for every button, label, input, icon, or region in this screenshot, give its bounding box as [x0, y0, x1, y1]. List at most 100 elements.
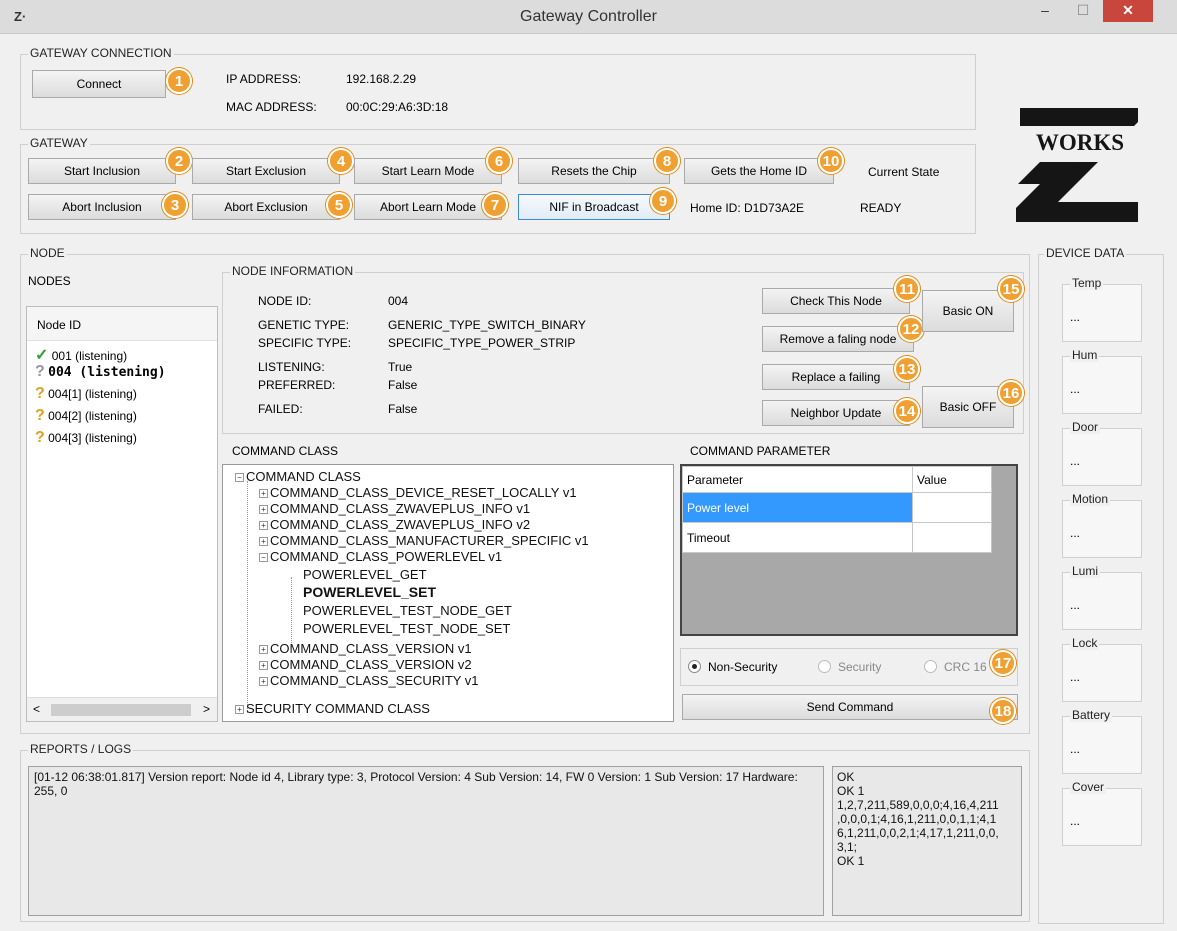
mac-address-value: 00:0C:29:A6:3D:18 — [346, 100, 449, 114]
neighbor-update-button[interactable]: Neighbor Update — [762, 400, 910, 426]
callout-badge-13: 13 — [894, 356, 920, 382]
device-lumi-label: Lumi — [1070, 564, 1101, 578]
expand-icon[interactable]: + — [259, 489, 268, 499]
scroll-right-icon[interactable]: > — [203, 702, 210, 716]
callout-badge-17: 17 — [990, 650, 1016, 676]
column-header-parameter: Parameter — [682, 466, 913, 493]
list-item[interactable]: ? 004[2] (listening) — [35, 407, 137, 425]
tree-node[interactable]: + COMMAND_CLASS_SECURITY v1 — [259, 673, 479, 688]
question-icon: ? — [35, 407, 45, 424]
scroll-left-icon[interactable]: < — [33, 702, 40, 716]
tree-node[interactable]: + COMMAND_CLASS_DEVICE_RESET_LOCALLY v1 — [259, 485, 577, 500]
callout-badge-11: 11 — [894, 276, 920, 302]
value-cell-power-level[interactable] — [912, 492, 992, 523]
check-node-button[interactable]: Check This Node — [762, 288, 910, 314]
state-value: READY — [860, 201, 902, 215]
tree-leaf[interactable]: POWERLEVEL_TEST_NODE_GET — [303, 603, 512, 618]
node-item-label: 001 (listening) — [51, 349, 128, 363]
abort-learn-mode-button[interactable]: Abort Learn Mode — [354, 194, 502, 220]
expand-icon[interactable]: + — [259, 505, 268, 515]
node-info-value: True — [388, 360, 413, 374]
start-exclusion-button[interactable]: Start Exclusion — [192, 158, 340, 184]
expand-icon[interactable]: + — [259, 537, 268, 547]
start-learn-mode-button[interactable]: Start Learn Mode — [354, 158, 502, 184]
collapse-icon[interactable]: − — [259, 553, 268, 563]
tree-node[interactable]: + COMMAND_CLASS_VERSION v1 — [259, 641, 472, 656]
node-item-label: 004[3] (listening) — [48, 431, 137, 445]
device-cover-value: ... — [1070, 814, 1081, 828]
node-info-key: LISTENING: — [258, 360, 325, 374]
tree-node[interactable]: − COMMAND_CLASS_POWERLEVEL v1 — [259, 549, 502, 564]
scrollbar-thumb[interactable] — [51, 704, 191, 716]
parameter-grid[interactable]: Parameter Value Power level Timeout — [680, 464, 1018, 636]
callout-badge-1: 1 — [166, 68, 192, 94]
list-item[interactable]: ? 004[3] (listening) — [35, 429, 137, 447]
reset-chip-button[interactable]: Resets the Chip — [518, 158, 670, 184]
device-door-label: Door — [1070, 420, 1101, 434]
node-label: NODE — [28, 246, 67, 260]
replace-failing-button[interactable]: Replace a failing — [762, 364, 910, 390]
collapse-icon[interactable]: − — [235, 473, 244, 483]
node-information-label: NODE INFORMATION — [230, 264, 356, 278]
tree-leaf[interactable]: POWERLEVEL_TEST_NODE_SET — [303, 621, 510, 636]
remove-failing-node-button[interactable]: Remove a faling node — [762, 326, 914, 352]
raw-line: 1,2,7,211,589,0,0,0;4,16,4,211 — [837, 798, 999, 812]
callout-badge-7: 7 — [482, 192, 508, 218]
raw-response-output[interactable]: OK OK 1 1,2,7,211,589,0,0,0;4,16,4,211 ,… — [832, 766, 1022, 916]
list-item[interactable]: ? 004 (listening) — [35, 363, 166, 381]
send-command-button[interactable]: Send Command — [682, 694, 1018, 720]
node-info-value: 004 — [388, 294, 409, 308]
node-info-key: NODE ID: — [258, 294, 312, 308]
list-item[interactable]: ✓ 001 (listening) — [35, 345, 127, 365]
minimize-button[interactable]: – — [1030, 0, 1060, 22]
home-id-text: Home ID: D1D73A2E — [690, 201, 805, 215]
node-info-key: PREFERRED: — [258, 378, 336, 392]
crc16-label: CRC 16 — [944, 660, 987, 674]
zworks-logo: WORKS — [1010, 88, 1150, 224]
connect-button[interactable]: Connect — [32, 70, 166, 98]
tree-node[interactable]: + COMMAND_CLASS_VERSION v2 — [259, 657, 472, 672]
raw-line: OK — [837, 770, 855, 784]
tree-node[interactable]: + COMMAND_CLASS_MANUFACTURER_SPECIFIC v1 — [259, 533, 589, 548]
node-item-label: 004[1] (listening) — [48, 387, 137, 401]
device-door-value: ... — [1070, 454, 1081, 468]
command-class-tree[interactable]: − COMMAND CLASS + COMMAND_CLASS_DEVICE_RES… — [222, 464, 674, 722]
expand-icon[interactable]: + — [259, 677, 268, 687]
tree-node[interactable]: + COMMAND_CLASS_ZWAVEPLUS_INFO v2 — [259, 517, 530, 532]
tree-leaf[interactable]: POWERLEVEL_GET — [303, 567, 427, 582]
question-icon: ? — [35, 363, 45, 380]
expand-icon[interactable]: + — [259, 661, 268, 671]
get-home-id-button[interactable]: Gets the Home ID — [684, 158, 834, 184]
value-cell-timeout[interactable] — [912, 522, 992, 553]
tree-node[interactable]: − COMMAND CLASS — [235, 469, 361, 484]
non-security-radio[interactable] — [688, 660, 701, 673]
expand-icon[interactable]: + — [259, 521, 268, 531]
nif-broadcast-button[interactable]: NIF in Broadcast — [518, 194, 670, 220]
command-class-label: COMMAND CLASS — [232, 444, 339, 458]
ip-address-label: IP ADDRESS: — [226, 72, 302, 86]
param-cell-timeout[interactable]: Timeout — [682, 522, 913, 553]
expand-icon[interactable]: + — [259, 645, 268, 655]
raw-line: OK 1 — [837, 784, 865, 798]
horizontal-scrollbar[interactable]: < > — [27, 697, 217, 721]
tree-node[interactable]: + COMMAND_CLASS_ZWAVEPLUS_INFO v1 — [259, 501, 530, 516]
tree-leaf[interactable]: POWERLEVEL_SET — [303, 585, 436, 600]
question-icon: ? — [35, 429, 45, 446]
log-output[interactable]: [01-12 06:38:01.817] Version report: Nod… — [28, 766, 824, 916]
tree-node[interactable]: + SECURITY COMMAND CLASS — [235, 701, 430, 716]
crc16-radio[interactable] — [924, 660, 937, 673]
tree-node-label: COMMAND_CLASS_MANUFACTURER_SPECIFIC v1 — [270, 533, 589, 548]
list-item[interactable]: ? 004[1] (listening) — [35, 385, 137, 403]
close-button[interactable]: ✕ — [1103, 0, 1153, 22]
callout-badge-16: 16 — [998, 380, 1024, 406]
expand-icon[interactable]: + — [235, 705, 244, 715]
abort-exclusion-button[interactable]: Abort Exclusion — [192, 194, 340, 220]
node-list[interactable]: Node ID ✓ 001 (listening) ? 004 (listeni… — [26, 306, 218, 722]
security-radio[interactable] — [818, 660, 831, 673]
maximize-button[interactable]: ☐ — [1068, 0, 1098, 22]
node-info-value: False — [388, 402, 418, 416]
reports-logs-label: REPORTS / LOGS — [28, 742, 134, 756]
param-cell-power-level[interactable]: Power level — [682, 492, 913, 523]
start-inclusion-button[interactable]: Start Inclusion — [28, 158, 176, 184]
abort-inclusion-button[interactable]: Abort Inclusion — [28, 194, 176, 220]
